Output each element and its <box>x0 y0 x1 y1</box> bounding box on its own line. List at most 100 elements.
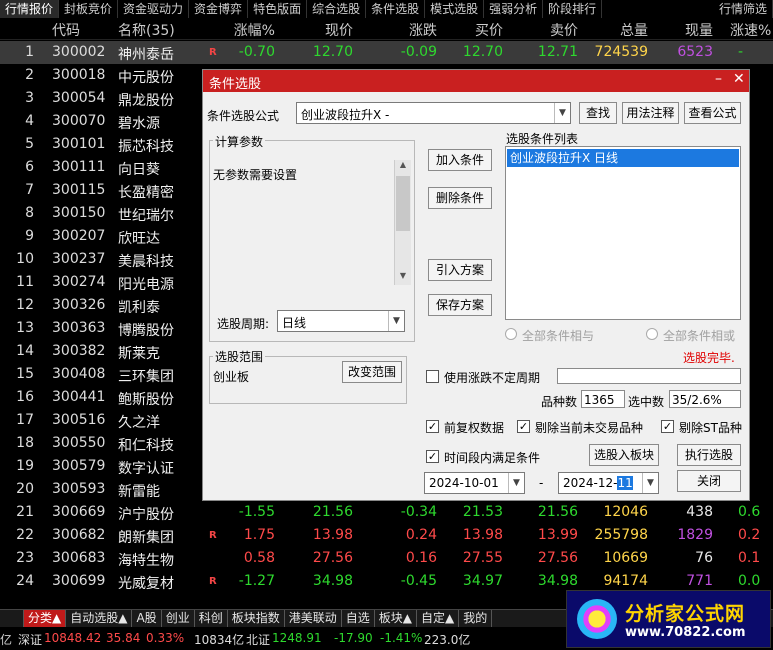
bottom-tab[interactable]: 板块▲ <box>375 610 417 627</box>
change-range-button[interactable]: 改变范围 <box>342 361 402 383</box>
nav-tab[interactable]: 特色版面 <box>248 0 308 18</box>
nav-tab[interactable]: 条件选股 <box>366 0 426 18</box>
bottom-tab[interactable]: 科创 <box>195 610 228 627</box>
cell-pct: -0.70 <box>238 44 275 60</box>
bz-change: -17.90 <box>334 631 373 645</box>
condition-select-dialog: 条件选股 – ✕ 条件选股公式 创业波段拉升X - ▼ 查找 用法注释 查看公式… <box>202 69 750 501</box>
table-row[interactable]: 1 300002 神州泰岳 R -0.70 12.70 -0.09 12.70 12.71 724… <box>0 41 773 64</box>
cell-i: 19 <box>16 458 34 474</box>
cell-i: 7 <box>25 182 34 198</box>
scroll-thumb[interactable] <box>396 176 410 231</box>
time-cond-checkbox[interactable]: ✓ <box>426 450 439 463</box>
delete-condition-button[interactable]: 删除条件 <box>428 187 492 209</box>
chevron-down-icon[interactable]: ▼ <box>508 473 524 493</box>
scroll-down-icon[interactable]: ▼ <box>395 271 411 285</box>
nav-tab[interactable]: 资金博弈 <box>189 0 249 18</box>
period-value: 日线 <box>282 316 307 330</box>
bottom-tab[interactable]: 分类▲ <box>24 610 67 627</box>
cell-price: 27.56 <box>312 550 353 566</box>
cell-chg: 0.24 <box>405 527 437 543</box>
run-select-button[interactable]: 执行选股 <box>677 444 741 466</box>
column-header[interactable]: 现价 <box>325 20 353 40</box>
column-header[interactable]: 涨跌 <box>409 20 437 40</box>
hit-label: 选中数 <box>628 395 665 409</box>
cell-r: R <box>209 576 217 587</box>
minimize-icon[interactable]: – <box>715 71 722 87</box>
table-row[interactable]: 21 300669 沪宁股份 -1.55 21.56 -0.34 21.53 21.56 120… <box>0 501 773 524</box>
nav-tab[interactable]: 封板竞价 <box>59 0 119 18</box>
exclude-st-checkbox[interactable]: ✓ <box>661 420 674 433</box>
nav-tab[interactable]: 资金驱动力 <box>118 0 190 18</box>
bottom-tab[interactable]: 自选 <box>342 610 375 627</box>
cell-name: 碧水源 <box>118 116 160 132</box>
period-combo[interactable]: 日线 ▼ <box>277 310 405 332</box>
radio-and-label: 全部条件相与 <box>522 329 595 343</box>
cell-code: 300274 <box>52 274 106 290</box>
bottom-tab[interactable]: 自定▲ <box>417 610 460 627</box>
table-row[interactable]: 23 300683 海特生物 0.58 27.56 0.16 27.55 27.56 10669… <box>0 547 773 570</box>
time-cond-label: 时间段内满足条件 <box>444 451 541 465</box>
cell-i: 11 <box>16 274 34 290</box>
nav-tab[interactable]: 强弱分析 <box>484 0 544 18</box>
nav-tab-filter[interactable]: 行情筛选 <box>714 0 773 18</box>
formula-combo[interactable]: 创业波段拉升X - ▼ <box>296 102 571 124</box>
bottom-tab[interactable]: 自动选股▲ <box>66 610 133 627</box>
cell-name: 朗新集团 <box>118 530 174 546</box>
column-header[interactable]: 涨速% <box>730 20 771 40</box>
table-row[interactable]: 22 300682 朗新集团 R 1.75 13.98 0.24 13.98 13.99 2557… <box>0 524 773 547</box>
cell-i: 18 <box>16 435 34 451</box>
hit-field: 35/2.6% <box>669 390 741 408</box>
bottom-tab[interactable]: 板块指数 <box>228 610 285 627</box>
cell-name: 和仁科技 <box>118 438 174 454</box>
chevron-down-icon[interactable]: ▼ <box>388 311 404 331</box>
condition-list[interactable]: 创业波段拉升X 日线 <box>505 146 741 320</box>
cell-i: 16 <box>16 389 34 405</box>
chevron-down-icon[interactable]: ▼ <box>642 473 658 493</box>
cell-i: 3 <box>25 90 34 106</box>
nav-tab[interactable]: 行情报价 <box>0 0 60 18</box>
column-header[interactable]: 名称(35) <box>118 20 175 40</box>
radio-or[interactable] <box>646 328 658 340</box>
close-icon[interactable]: ✕ <box>733 71 745 87</box>
cell-buy: 34.97 <box>462 573 503 589</box>
bottom-tab[interactable]: 港美联动 <box>285 610 342 627</box>
column-header[interactable]: 代码 <box>52 20 80 40</box>
nav-tab[interactable]: 阶段排行 <box>543 0 603 18</box>
scroll-up-icon[interactable]: ▲ <box>395 160 411 174</box>
find-button[interactable]: 查找 <box>579 102 617 124</box>
bz-percent: -1.41% <box>380 631 423 645</box>
sz-percent: 0.33% <box>146 631 185 645</box>
close-button[interactable]: 关闭 <box>677 470 741 492</box>
bottom-tab[interactable]: A股 <box>132 610 162 627</box>
exclude-no-trade-checkbox[interactable]: ✓ <box>517 420 530 433</box>
save-scheme-button[interactable]: 保存方案 <box>428 294 492 316</box>
column-header[interactable]: 买价 <box>475 20 503 40</box>
to-block-button[interactable]: 选股入板块 <box>589 444 659 466</box>
nav-tab[interactable]: 综合选股 <box>307 0 367 18</box>
usage-button[interactable]: 用法注释 <box>622 102 679 124</box>
nav-tab[interactable]: 模式选股 <box>425 0 485 18</box>
bottom-tab[interactable]: 我的 <box>459 610 493 627</box>
add-condition-button[interactable]: 加入条件 <box>428 149 492 171</box>
condition-list-item[interactable]: 创业波段拉升X 日线 <box>507 149 739 167</box>
cell-i: 17 <box>16 412 34 428</box>
import-scheme-button[interactable]: 引入方案 <box>428 259 492 281</box>
cell-code: 300002 <box>52 44 106 60</box>
view-formula-button[interactable]: 查看公式 <box>684 102 741 124</box>
cell-name: 世纪瑞尔 <box>118 208 174 224</box>
period-input[interactable] <box>557 368 741 384</box>
column-header[interactable]: 卖价 <box>550 20 578 40</box>
cell-sell: 12.71 <box>537 44 578 60</box>
column-header[interactable]: 总量 <box>620 20 648 40</box>
column-header[interactable]: 现量 <box>685 20 713 40</box>
radio-and[interactable] <box>505 328 517 340</box>
use-period-checkbox[interactable] <box>426 370 439 383</box>
date-from-picker[interactable]: 2024-10-01 ▼ <box>424 472 525 494</box>
column-header[interactable]: 涨幅% <box>234 20 275 40</box>
bottom-tab[interactable]: 创业 <box>162 610 195 627</box>
params-scrollbar[interactable]: ▲ ▼ <box>394 160 411 285</box>
fq-checkbox[interactable]: ✓ <box>426 420 439 433</box>
cell-name: 中元股份 <box>118 70 174 86</box>
date-to-picker[interactable]: 2024-12-11 ▼ <box>558 472 659 494</box>
chevron-down-icon[interactable]: ▼ <box>554 103 570 123</box>
